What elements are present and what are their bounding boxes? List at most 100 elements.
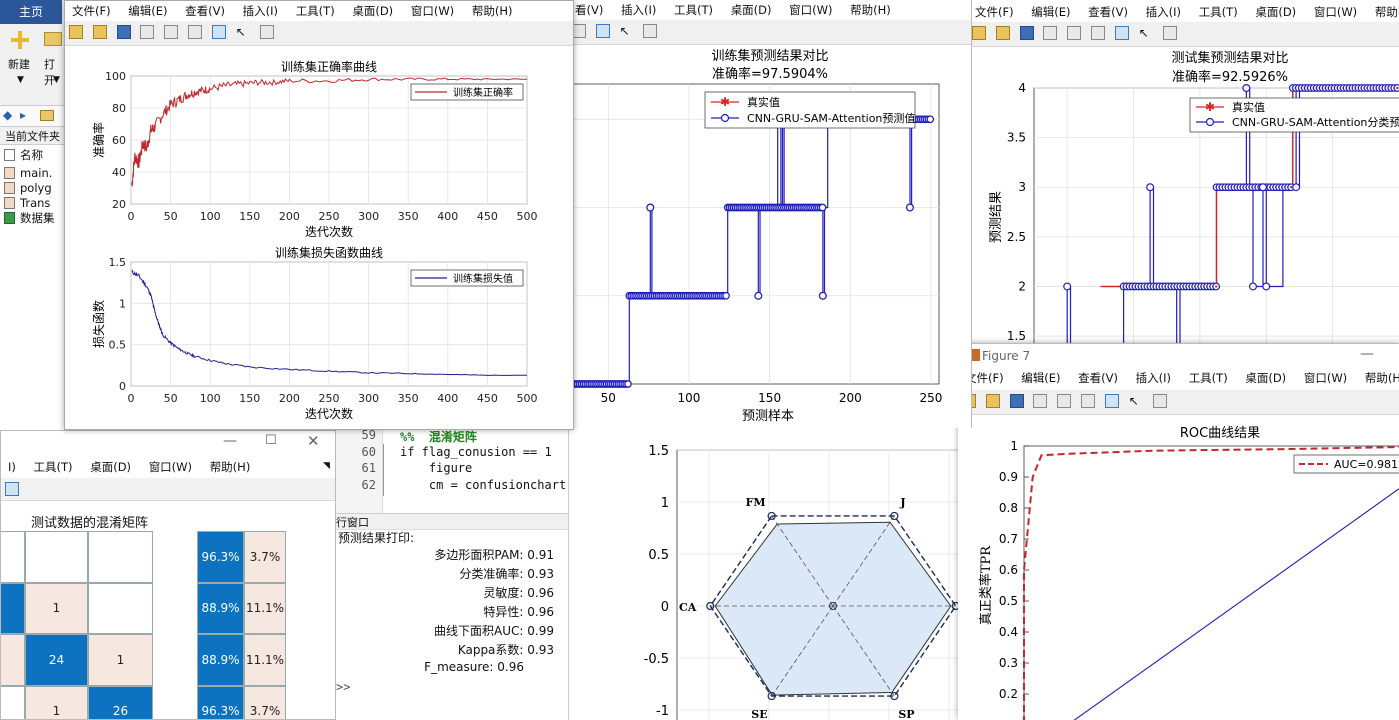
chevron-down-icon[interactable]: ▼ — [17, 75, 24, 85]
insert-legend-icon[interactable] — [1104, 394, 1119, 408]
menu-item[interactable]: 插入(I) — [1129, 368, 1178, 388]
home-tab[interactable]: 主页 — [0, 0, 62, 24]
file-item[interactable]: main. — [4, 165, 52, 181]
confusion-matrix-cell — [1, 685, 25, 719]
menu-item[interactable]: 文件(F) — [968, 2, 1021, 22]
menu-item[interactable]: 窗口(W) — [404, 1, 461, 21]
print-icon[interactable] — [1043, 26, 1058, 40]
menu-item[interactable]: 查看(V) — [178, 1, 232, 21]
save-icon[interactable] — [1019, 26, 1034, 40]
menu-item[interactable]: 插入(I) — [1139, 2, 1188, 22]
y-axis-label: 真正类率TPR — [978, 545, 994, 625]
new-figure-icon[interactable] — [69, 25, 83, 39]
menu-item[interactable]: 文件(F) — [65, 1, 118, 21]
insert-colorbar-icon[interactable] — [1091, 26, 1106, 40]
menu-item[interactable]: 看(V) — [568, 0, 610, 20]
new-figure-icon[interactable] — [972, 26, 986, 40]
menu-item[interactable]: 工具(T) — [1192, 2, 1245, 22]
maximize-icon[interactable]: ☐ — [265, 433, 277, 448]
chevron-down-icon[interactable]: ▼ — [53, 75, 60, 85]
menu-item[interactable]: 编辑(E) — [1024, 2, 1077, 22]
folder-icon[interactable] — [44, 32, 62, 46]
menu-item[interactable]: 桌面(D) — [724, 0, 779, 20]
file-item[interactable]: polyg — [4, 180, 52, 196]
menu-item[interactable]: 帮助(H) — [203, 457, 258, 477]
property-editor-icon[interactable] — [1162, 26, 1177, 40]
link-plot-icon[interactable] — [1057, 394, 1072, 408]
file-item[interactable]: 数据集 — [4, 210, 55, 226]
radar-axis-label: SP — [898, 708, 914, 720]
menu-item[interactable]: 编辑(E) — [1014, 368, 1067, 388]
forward-arrow-icon[interactable]: ▸ — [20, 108, 26, 122]
print-icon[interactable] — [140, 25, 155, 39]
print-icon[interactable] — [1033, 394, 1048, 408]
data-point — [754, 291, 763, 300]
menu-item[interactable]: 桌面(D) — [1238, 368, 1293, 388]
menu-item[interactable]: 窗口(W) — [782, 0, 839, 20]
folder-up-icon[interactable] — [40, 110, 54, 121]
property-editor-icon[interactable] — [1152, 394, 1167, 408]
property-editor-icon[interactable] — [643, 24, 658, 38]
menu-item[interactable]: 窗口(W) — [1297, 368, 1354, 388]
code-line[interactable]: if flag_conusion == 1 — [400, 445, 552, 459]
code-line[interactable]: figure — [400, 461, 472, 475]
menu-item[interactable]: 桌面(D) — [1248, 2, 1303, 22]
pointer-icon[interactable]: ↖ — [236, 25, 250, 39]
minimize-icon[interactable]: — — [1360, 346, 1374, 362]
save-icon[interactable] — [116, 25, 131, 39]
file-item[interactable]: Trans — [4, 195, 50, 211]
menu-item[interactable]: 窗口(W) — [142, 457, 199, 477]
row-summary-cell: 96.3% — [197, 685, 244, 719]
save-icon[interactable] — [1009, 394, 1024, 408]
open-file-icon[interactable] — [92, 25, 107, 39]
data-point — [1262, 282, 1271, 291]
back-arrow-icon[interactable]: ◆ — [3, 108, 12, 122]
menu-item[interactable]: 工具(T) — [667, 0, 720, 20]
insert-legend-icon[interactable] — [211, 25, 226, 39]
dock-arrow-icon[interactable]: ◥ — [323, 461, 330, 471]
insert-colorbar-icon[interactable] — [572, 24, 586, 38]
results-block: 多边形面积PAM: 0.91 分类准确率: 0.93 灵敏度: 0.96 特异性… — [336, 544, 554, 714]
menu-item[interactable]: 插入(I) — [614, 0, 663, 20]
pointer-icon[interactable]: ↖ — [1129, 394, 1143, 408]
fold-marker[interactable] — [383, 444, 384, 496]
pointer-icon[interactable]: ↖ — [620, 24, 634, 38]
menu-item[interactable]: 桌面(D) — [83, 457, 138, 477]
menu-item[interactable]: I) — [1, 457, 23, 477]
code-comment-line[interactable]: %% 混淆矩阵 — [400, 428, 477, 445]
property-editor-icon[interactable] — [5, 482, 19, 496]
code-line[interactable]: cm = confusionchart(T_ — [400, 478, 568, 492]
data-point — [926, 115, 935, 124]
menu-item[interactable]: 窗口(W) — [1307, 2, 1364, 22]
link-plot-icon[interactable] — [1067, 26, 1082, 40]
insert-legend-icon[interactable] — [1114, 26, 1129, 40]
menu-item[interactable]: 查看(V) — [1071, 368, 1125, 388]
menu-bar: 看(V) 插入(I) 工具(T) 桌面(D) 窗口(W) 帮助(H) — [568, 0, 971, 20]
menu-item[interactable]: 帮助(H) — [843, 0, 898, 20]
menu-item[interactable]: 工具(T) — [289, 1, 342, 21]
menu-item[interactable]: 帮助(H) — [1368, 2, 1399, 22]
open-file-icon[interactable] — [995, 26, 1010, 40]
menu-item[interactable]: 插入(I) — [236, 1, 285, 21]
result-specificity: 特异性: 0.96 — [483, 605, 554, 619]
name-column-header[interactable]: 名称 — [4, 147, 43, 163]
new-icon[interactable] — [10, 30, 30, 50]
menu-item[interactable]: 工具(T) — [1182, 368, 1235, 388]
minimize-icon[interactable]: — — [223, 433, 237, 449]
legend-label: AUC=0.9812 — [1334, 458, 1399, 471]
insert-colorbar-icon[interactable] — [188, 25, 203, 39]
menu-item[interactable]: 帮助(H) — [1358, 368, 1399, 388]
pointer-icon[interactable]: ↖ — [1139, 26, 1153, 40]
menu-item[interactable]: 查看(V) — [1081, 2, 1135, 22]
menu-item[interactable]: 编辑(E) — [121, 1, 174, 21]
link-plot-icon[interactable] — [164, 25, 179, 39]
menu-item[interactable]: 桌面(D) — [345, 1, 400, 21]
command-prompt[interactable]: >> — [336, 680, 350, 694]
close-icon[interactable]: ✕ — [307, 432, 320, 450]
insert-legend-icon[interactable] — [595, 24, 610, 38]
menu-item[interactable]: 帮助(H) — [465, 1, 520, 21]
menu-item[interactable]: 工具(T) — [27, 457, 80, 477]
insert-colorbar-icon[interactable] — [1081, 394, 1096, 408]
open-file-icon[interactable] — [985, 394, 1000, 408]
property-editor-icon[interactable] — [259, 25, 274, 39]
